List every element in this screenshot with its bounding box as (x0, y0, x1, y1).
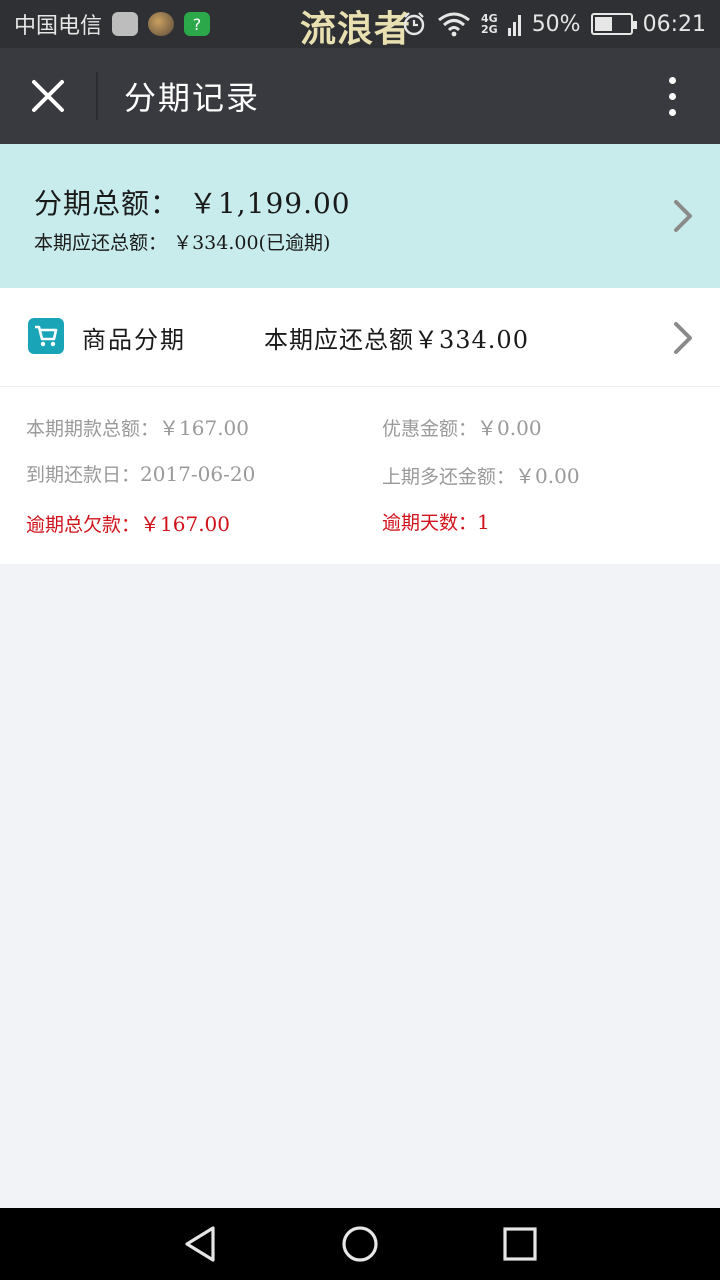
total-label: 分期总额： (34, 187, 180, 220)
wifi-icon (438, 12, 470, 37)
more-vertical-icon (668, 76, 676, 84)
status-right: 4G 2G 50% 06:21 (401, 0, 706, 48)
card-due: 本期应还总额￥334.00 (264, 320, 529, 355)
due-amount: ￥334.00(已逾期) (173, 232, 331, 254)
carrier-name: 中国电信 (14, 14, 103, 39)
period-amount-label: 本期期款总额： (26, 418, 160, 440)
close-button[interactable] (0, 48, 96, 144)
overdue-days-value: 1 (477, 510, 490, 534)
alarm-icon (403, 12, 425, 36)
cart-glyph (35, 325, 58, 347)
close-icon (32, 80, 64, 112)
installment-summary[interactable]: 分期总额： ￥1,199.00 本期应还总额： ￥334.00(已逾期) (0, 144, 720, 288)
overdue-total-value: ￥167.00 (140, 512, 230, 536)
more-options-button[interactable] (644, 70, 700, 122)
status-left: 中国电信 ? (14, 8, 211, 40)
due-date-label: 到期还款日： (26, 464, 141, 486)
battery-icon (590, 13, 637, 35)
recents-square-icon (503, 1227, 537, 1261)
status-bar: 中国电信 ? 流浪者 4G 2G 50% 06:21 (0, 0, 720, 50)
installment-card: 商品分期 本期应还总额￥334.00 本期期款总额：￥167.00 优惠金额：￥… (0, 288, 720, 564)
current-due: 本期应还总额： ￥334.00(已逾期) (34, 228, 330, 255)
period-amount-value: ￥167.00 (159, 416, 249, 440)
signal-icon (507, 15, 521, 36)
period-amount: 本期期款总额：￥167.00 (26, 412, 249, 441)
notification-help-icon: ? (184, 12, 211, 36)
notification-app-icon (112, 12, 139, 36)
app-bar: 分期记录 (0, 48, 720, 144)
card-due-amount: ￥334.00 (414, 326, 529, 354)
due-label: 本期应还总额： (34, 232, 168, 254)
overdue-total: 逾期总欠款：￥167.00 (26, 508, 230, 537)
overdue-days-label: 逾期天数： (382, 512, 478, 534)
due-date-value: 2017-06-20 (140, 462, 256, 486)
page-title: 分期记录 (124, 79, 261, 117)
network-type: 4G 2G (481, 12, 498, 36)
due-date: 到期还款日：2017-06-20 (26, 460, 255, 487)
clock: 06:21 (642, 11, 706, 37)
overpaid-amount: 上期多还金额：￥0.00 (382, 460, 580, 489)
recents-button[interactable] (498, 1222, 542, 1266)
chevron-right-icon (674, 200, 692, 232)
home-circle-icon (342, 1226, 378, 1262)
system-nav-bar (0, 1208, 720, 1280)
card-header[interactable]: 商品分期 本期应还总额￥334.00 (0, 288, 720, 387)
card-due-label: 本期应还总额 (264, 326, 414, 354)
total-installment: 分期总额： ￥1,199.00 (34, 182, 351, 222)
battery-percent: 50% (531, 11, 581, 37)
discount-label: 优惠金额： (382, 418, 478, 440)
back-triangle-icon (185, 1226, 215, 1262)
overpaid-value: ￥0.00 (515, 464, 580, 488)
total-amount: ￥1,199.00 (188, 187, 351, 220)
back-button[interactable] (178, 1222, 222, 1266)
more-vertical-icon (668, 92, 676, 100)
chevron-right-icon (674, 322, 692, 354)
app-bar-divider (96, 72, 98, 120)
notification-avatar-icon (148, 12, 175, 36)
discount-value: ￥0.00 (477, 416, 542, 440)
overdue-total-label: 逾期总欠款： (26, 514, 141, 536)
home-button[interactable] (338, 1222, 382, 1266)
discount-amount: 优惠金额：￥0.00 (382, 412, 542, 441)
battery-fill (594, 17, 612, 31)
card-title: 商品分期 (82, 326, 186, 354)
shopping-cart-icon (28, 318, 64, 354)
overpaid-label: 上期多还金额： (382, 466, 516, 488)
watermark-text: 流浪者 (300, 9, 412, 50)
overdue-days: 逾期天数：1 (382, 508, 490, 535)
more-vertical-icon (668, 108, 676, 116)
